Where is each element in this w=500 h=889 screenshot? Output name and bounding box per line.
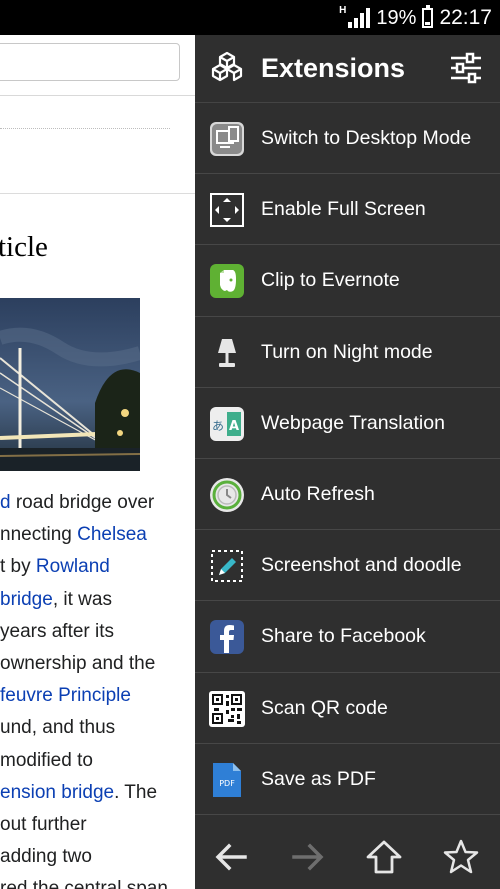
- extension-item[interactable]: Clip to Evernote: [195, 245, 500, 317]
- article-photo[interactable]: [0, 298, 140, 471]
- article-link[interactable]: Rowland: [36, 556, 110, 577]
- signal-icon: [348, 8, 371, 28]
- pdf-icon-text: PDF: [219, 779, 235, 788]
- article-line: ownership and the: [0, 648, 195, 680]
- bookmark-star-icon[interactable]: [443, 839, 479, 875]
- article-line: years after its: [0, 616, 195, 648]
- extension-item[interactable]: Screenshot and doodle: [195, 530, 500, 602]
- article-text: modified to: [0, 749, 93, 771]
- extension-item-label: Scan QR code: [261, 696, 388, 719]
- settings-sliders-icon[interactable]: [449, 51, 483, 85]
- extension-item-label: Enable Full Screen: [261, 198, 426, 221]
- article-text: nnecting: [0, 524, 78, 546]
- article-text: road bridge over: [10, 492, 155, 513]
- drawer-header: Extensions: [195, 35, 500, 103]
- article-line: und, and thus: [0, 712, 195, 744]
- extension-item-label: Save as PDF: [261, 767, 376, 790]
- status-bar: H 19% 22:17: [0, 0, 500, 35]
- article-text: und, and thus: [0, 717, 116, 739]
- extension-item-label: Webpage Translation: [261, 411, 445, 434]
- extension-item[interactable]: PDF Save as PDF: [195, 744, 500, 815]
- evernote-icon: [209, 263, 245, 299]
- extension-item[interactable]: Share to Facebook: [195, 601, 500, 673]
- search-box[interactable]: [0, 43, 180, 81]
- article-text: ownership and the: [0, 652, 156, 674]
- bottom-toolbar: [195, 823, 500, 889]
- article-text: red the central span: [0, 878, 168, 889]
- extension-item-label: Share to Facebook: [261, 625, 426, 648]
- screenshot-doodle-icon: [209, 548, 245, 584]
- article-line: out further: [0, 809, 195, 841]
- article-line: t by Rowland: [0, 551, 195, 583]
- article-line: nnecting Chelsea: [0, 519, 195, 551]
- svg-text:あ: あ: [212, 419, 224, 433]
- facebook-icon: [209, 619, 245, 655]
- back-arrow-icon[interactable]: [213, 839, 249, 875]
- article-text: out further: [0, 813, 87, 835]
- pdf-icon: PDF: [209, 762, 245, 798]
- article-body: d road bridge over nnecting Chelsea t by R…: [0, 487, 195, 889]
- lamp-icon: [209, 335, 245, 371]
- extension-item-label: Auto Refresh: [261, 482, 375, 505]
- article-link[interactable]: d: [0, 492, 11, 513]
- article-link[interactable]: ension bridge: [0, 782, 114, 803]
- article-line: bridge, it was: [0, 584, 195, 616]
- extension-item[interactable]: Scan QR code: [195, 673, 500, 744]
- drawer-title: Extensions: [261, 53, 406, 83]
- extensions-cubes-icon: [211, 51, 243, 82]
- article-line: modified to: [0, 745, 195, 777]
- extension-item-label: Screenshot and doodle: [261, 554, 462, 577]
- article-text: t by: [0, 556, 36, 578]
- article-link[interactable]: Chelsea: [77, 524, 147, 545]
- article-line: ension bridge. The: [0, 777, 195, 809]
- webpage: ticle d road bridge over nnecting Chelse…: [0, 35, 195, 889]
- article-line: adding two: [0, 841, 195, 873]
- extension-item[interactable]: Turn on Night mode: [195, 317, 500, 388]
- extension-item[interactable]: Switch to Desktop Mode: [195, 103, 500, 175]
- article-title: ticle: [0, 231, 48, 263]
- network-type: H: [339, 4, 347, 16]
- translate-icon: あA: [209, 406, 245, 442]
- article-text: , it was: [52, 588, 112, 610]
- extension-item-label: Clip to Evernote: [261, 269, 400, 292]
- forward-arrow-icon[interactable]: [290, 839, 326, 875]
- article-line: d road bridge over: [0, 487, 195, 519]
- article-text: . The: [114, 781, 158, 803]
- extension-item[interactable]: Auto Refresh: [195, 459, 500, 531]
- article-text: adding two: [0, 846, 92, 868]
- qr-code-icon: [209, 690, 245, 727]
- extension-item-label: Turn on Night mode: [261, 340, 433, 363]
- article-line: feuvre Principle: [0, 680, 195, 712]
- section-divider: [0, 193, 195, 194]
- dotted-divider: [0, 128, 170, 129]
- article-link[interactable]: feuvre Principle: [0, 685, 131, 706]
- svg-text:A: A: [229, 419, 239, 434]
- extension-item[interactable]: あ A Webpage Translation: [195, 388, 500, 459]
- clock: 22:17: [439, 6, 492, 29]
- article-text: years after its: [0, 620, 115, 642]
- extensions-drawer: Extensions Switch to Desktop Mode Enable …: [195, 35, 500, 889]
- extension-item-label: Switch to Desktop Mode: [261, 127, 472, 149]
- battery-icon: [422, 5, 434, 28]
- header-divider: [0, 95, 195, 96]
- desktop-mode-icon: [209, 121, 245, 157]
- extension-item[interactable]: Enable Full Screen: [195, 174, 500, 246]
- home-icon[interactable]: [366, 839, 402, 875]
- battery-percent: 19%: [376, 6, 417, 29]
- article-line: red the central span: [0, 873, 195, 889]
- refresh-timer-icon: [209, 477, 245, 513]
- fullscreen-icon: [209, 192, 245, 228]
- article-link[interactable]: bridge: [0, 589, 53, 610]
